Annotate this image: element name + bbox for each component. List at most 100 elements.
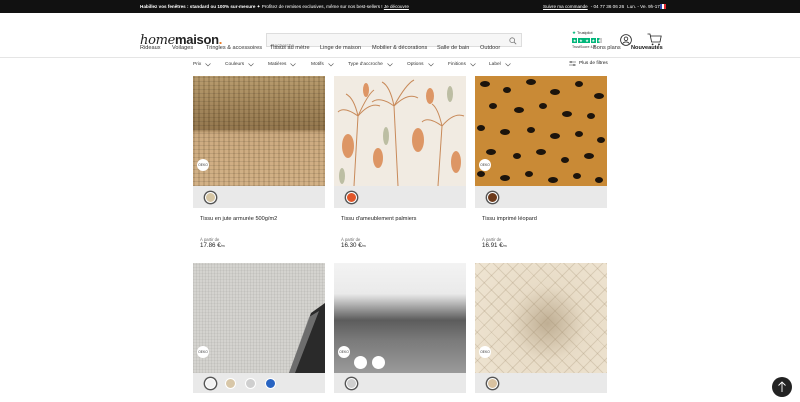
product-price: 16.91 €/m (482, 242, 507, 249)
thermal-icon (372, 356, 385, 369)
price-unit: /m (220, 244, 225, 248)
color-swatches (334, 373, 466, 393)
filter-sliders-icon (569, 61, 576, 66)
filter-label: Type d'accroche (348, 62, 383, 67)
price-value: 16.91 € (482, 242, 503, 249)
nav-item-tissus[interactable]: Tissus au mètre (270, 45, 310, 51)
fire-retardant-icon (354, 356, 367, 369)
filter-couleurs[interactable]: Couleurs (225, 62, 254, 67)
price-unit: /m (361, 244, 366, 248)
product-image[interactable]: OEKO (334, 263, 466, 373)
product-card[interactable]: OEKO Tissu imprimé léopard À partir de 1… (475, 76, 607, 259)
filter-prix[interactable]: Prix (193, 62, 211, 67)
promo-bar: Habillez vos fenêtres : standard ou 100%… (0, 0, 800, 13)
color-swatch[interactable] (346, 377, 357, 389)
nav-item-rideaux[interactable]: Rideaux (140, 45, 161, 51)
product-image[interactable]: OEKO (193, 263, 325, 373)
price-value: 16.30 € (341, 242, 362, 249)
main-nav: Rideaux Voilages Tringles & accessoires … (0, 43, 800, 58)
track-order-link[interactable]: Suivre ma commande (543, 4, 588, 9)
chevron-down-icon (387, 62, 393, 66)
chevron-down-icon (427, 62, 434, 66)
product-title[interactable]: Tissu d'ameublement palmiers (341, 216, 416, 222)
product-card[interactable]: Tissu d'ameublement palmiers À partir de… (334, 76, 466, 259)
product-price: 16.30 €/m (341, 242, 366, 249)
product-image[interactable] (334, 76, 466, 186)
oeko-tex-badge: OEKO (197, 159, 209, 171)
filter-label: Matières (268, 62, 287, 67)
chevron-down-icon (205, 62, 211, 66)
promo-lead: Habillez vos fenêtres : standard ou 100%… (140, 4, 256, 9)
color-swatch[interactable] (225, 377, 236, 389)
more-filters-button[interactable]: Plus de filtres (569, 61, 608, 66)
filter-bar: Prix Couleurs Matières Motifs Type d'acc… (0, 58, 800, 76)
palm-pattern-illustration (337, 79, 465, 186)
nav-item-bons-plans[interactable]: Bons plans (593, 45, 621, 51)
filter-label: Options (407, 62, 424, 67)
product-card[interactable]: OEKO (334, 263, 466, 400)
chevron-down-icon (505, 62, 511, 66)
color-swatch[interactable] (487, 191, 498, 203)
filter-matieres[interactable]: Matières (268, 62, 297, 67)
chevron-down-icon (290, 62, 297, 66)
filter-label: Couleurs (225, 62, 245, 67)
color-swatch[interactable] (205, 377, 216, 389)
color-swatches (475, 373, 607, 393)
color-swatches (193, 373, 325, 393)
nav-item-nouveautes[interactable]: Nouveautés (631, 45, 663, 51)
filter-motifs[interactable]: Motifs (311, 62, 334, 67)
color-swatch[interactable] (487, 377, 498, 389)
product-card[interactable]: OEKO (193, 263, 325, 400)
promo-contact: Suivre ma commande - 04 77 36 06 26 Lun.… (543, 4, 662, 9)
product-image[interactable]: OEKO (193, 76, 325, 186)
product-image[interactable]: OEKO (475, 76, 607, 186)
color-swatch[interactable] (245, 377, 256, 389)
arrow-up-icon (778, 381, 786, 392)
nav-item-outdoor[interactable]: Outdoor (480, 45, 500, 51)
oeko-tex-badge: OEKO (338, 346, 350, 358)
nav-item-salle-de-bain[interactable]: Salle de bain (437, 45, 469, 51)
filter-label: Prix (193, 62, 202, 67)
color-swatch[interactable] (205, 191, 216, 203)
back-to-top-button[interactable] (772, 377, 792, 397)
product-price: 17.86 €/m (200, 242, 225, 249)
oeko-tex-badge: OEKO (479, 346, 491, 358)
trustpilot-label: Trustpilot (577, 31, 593, 35)
product-title[interactable]: Tissu imprimé léopard (482, 216, 537, 222)
chevron-down-icon (470, 62, 476, 66)
price-unit: /m (502, 244, 507, 248)
nav-item-voilages[interactable]: Voilages (172, 45, 193, 51)
more-filters-label: Plus de filtres (579, 61, 608, 66)
product-title[interactable]: Tissu en jute armurée 500g/m2 (200, 216, 277, 222)
filter-options[interactable]: Options (407, 62, 434, 67)
promo-message: Habillez vos fenêtres : standard ou 100%… (140, 4, 409, 10)
flag-fr-icon[interactable] (660, 3, 666, 9)
filter-label: Motifs (311, 62, 324, 67)
promo-offer: ✦ Profitez de remises exclusives, même s… (255, 4, 384, 9)
filter-label-filter[interactable]: Label (489, 62, 511, 67)
oeko-tex-badge: OEKO (197, 346, 209, 358)
product-card[interactable]: OEKO Tissu en jute armurée 500g/m2 À par… (193, 76, 325, 259)
product-card[interactable]: OEKO (475, 263, 607, 400)
oeko-tex-badge: OEKO (479, 159, 491, 171)
chevron-down-icon (248, 62, 254, 66)
leopard-pattern-illustration (477, 79, 605, 183)
phone-number[interactable]: - 04 77 36 06 26 (591, 4, 624, 9)
chevron-down-icon (328, 62, 334, 66)
fabric-fold-illustration (289, 303, 325, 373)
filter-label: Finitions (448, 62, 466, 67)
color-swatch[interactable] (346, 191, 357, 203)
color-swatches (475, 186, 607, 208)
trustpilot-star-icon: ★ (572, 30, 577, 35)
product-image[interactable]: OEKO (475, 263, 607, 373)
color-swatches (193, 186, 325, 208)
nav-item-linge[interactable]: Linge de maison (320, 45, 361, 51)
filter-type-accroche[interactable]: Type d'accroche (348, 62, 393, 67)
site-header: homemaison. ★Trustpilot ★★★★★ TrustScore… (0, 13, 800, 53)
nav-item-tringles[interactable]: Tringles & accessoires (206, 45, 262, 51)
color-swatch[interactable] (265, 377, 276, 389)
filter-label: Label (489, 62, 501, 67)
filter-finitions[interactable]: Finitions (448, 62, 476, 67)
promo-link[interactable]: Je découvre (384, 4, 409, 9)
nav-item-mobilier[interactable]: Mobilier & décorations (372, 45, 427, 51)
